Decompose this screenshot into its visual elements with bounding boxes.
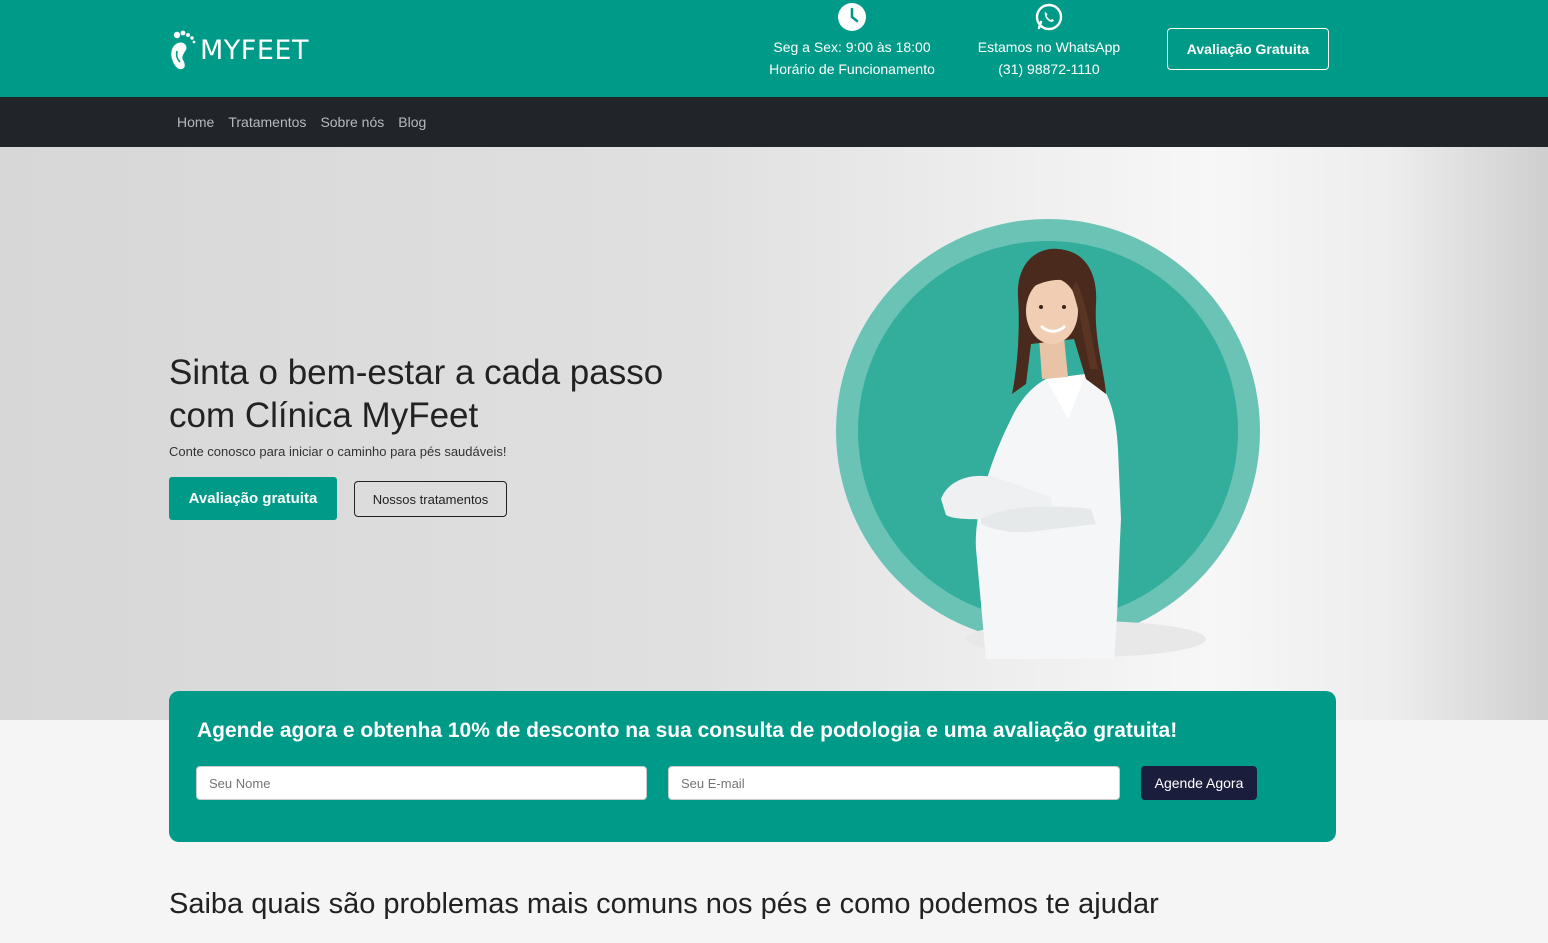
nav-item-blog[interactable]: Blog [391,114,433,130]
whatsapp-contact[interactable]: Estamos no WhatsApp (31) 98872-1110 [970,0,1128,80]
whatsapp-label: Estamos no WhatsApp [977,39,1121,55]
whatsapp-icon [1035,3,1063,31]
problems-section-title: Saiba quais são problemas mais comuns no… [169,888,1159,920]
clock-icon [838,3,866,31]
promo-title: Agende agora e obtenha 10% de desconto n… [197,719,1178,742]
hero-evaluation-button[interactable]: Avaliação gratuita [169,477,337,520]
hero-subtitle: Conte conosco para iniciar o caminho par… [169,444,507,459]
hours-text: Seg a Sex: 9:00 às 18:00 [773,39,931,55]
nav-item-tratamentos[interactable]: Tratamentos [221,114,313,130]
opening-hours: Seg a Sex: 9:00 às 18:00 Horário de Func… [760,0,944,80]
nav-item-home[interactable]: Home [170,114,221,130]
schedule-now-button[interactable]: Agende Agora [1141,766,1257,800]
hours-label: Horário de Funcionamento [769,61,935,77]
doctor-portrait-image [836,219,1260,659]
brand-name: MYFEET [200,34,309,66]
brand-logo[interactable]: MYFEET [168,28,309,72]
main-nav: Home Tratamentos Sobre nós Blog [0,97,1548,147]
hero-treatments-button[interactable]: Nossos tratamentos [354,481,507,517]
email-input[interactable] [668,766,1120,800]
name-input[interactable] [196,766,647,800]
nav-item-sobre-nos[interactable]: Sobre nós [313,114,391,130]
free-evaluation-button[interactable]: Avaliação Gratuita [1167,28,1329,70]
hero-title: Sinta o bem-estar a cada passo com Clíni… [169,353,664,435]
top-header: MYFEET Seg a Sex: 9:00 às 18:00 Horário … [0,0,1548,97]
footprint-icon [171,30,196,70]
booking-promo-card: Agende agora e obtenha 10% de desconto n… [169,691,1336,842]
hero-section: Sinta o bem-estar a cada passo com Clíni… [0,147,1548,720]
whatsapp-phone[interactable]: (31) 98872-1110 [970,58,1128,80]
